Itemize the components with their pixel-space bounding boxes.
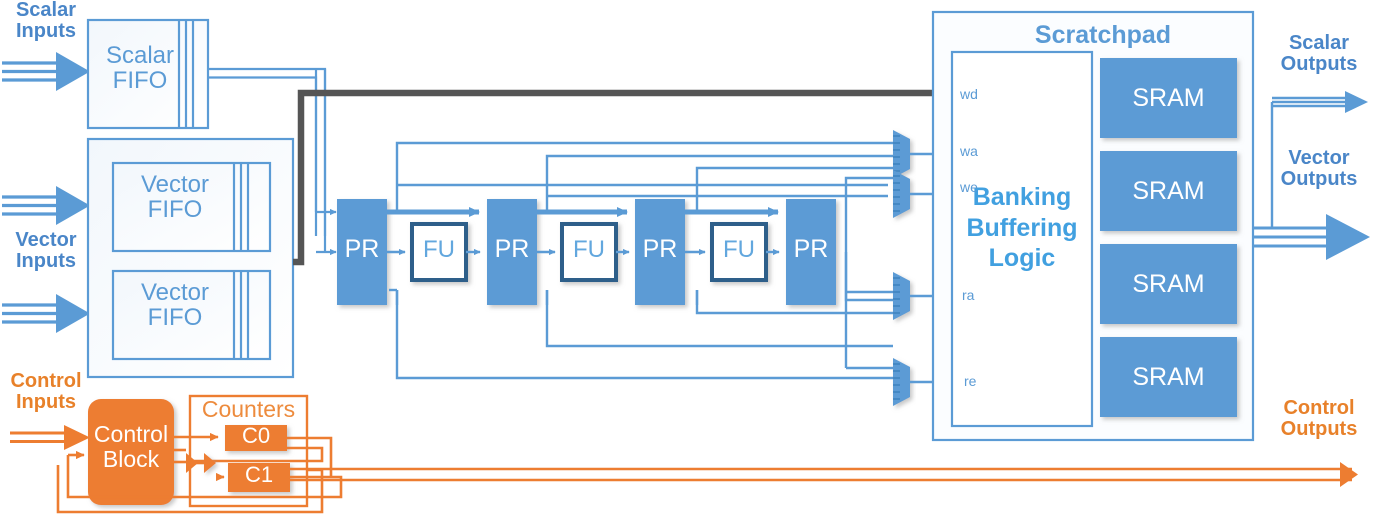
control-block-label: Control Block [93,421,169,473]
sram-label-2: SRAM [1132,270,1205,298]
banking-buffering-logic-label: Banking Buffering Logic [966,183,1078,272]
port-re-label: re [964,373,977,389]
port-we-label: we [960,179,978,195]
vector-input-bus-arrow-2 [2,294,90,333]
sram-label-1: SRAM [1132,177,1205,205]
sram-label-0: SRAM [1132,84,1205,112]
vector-output-arrow [1253,214,1370,260]
diagram-vector-layer [2,10,1370,514]
pr-label-0: PR [344,235,380,263]
scratchpad-title: Scratchpad [1034,21,1172,49]
scalar-input-bus-arrow [2,52,90,91]
port-wd-label: wd [960,86,978,102]
control-input-bus-arrow [10,425,90,450]
vector-input-bus-arrow-1 [2,186,90,225]
pr-label-2: PR [642,235,678,263]
control-inputs-label: Control Inputs [10,370,82,413]
counter-c1-label: C1 [244,462,274,487]
counters-title-label: Counters [201,396,296,422]
port-wa-label: wa [960,143,978,159]
control-output-arrow [1340,462,1358,487]
sram-label-3: SRAM [1132,363,1205,391]
port-ra-label: ra [962,287,975,303]
pr0-input-corner-wires [314,69,327,252]
scalar-fifo-label: Scalar FIFO [105,42,175,95]
scalar-inputs-label: Scalar Inputs [15,0,77,42]
vector-fifo-label-1: Vector FIFO [140,171,210,224]
block-diagram-canvas: Scalar Inputs Vector Inputs Control Inpu… [0,0,1376,526]
fu-label-0: FU [423,236,455,263]
pr-label-1: PR [494,235,530,263]
vector-outputs-label: Vector Outputs [1280,147,1358,190]
counter-c0-label: C0 [241,423,271,448]
fu-label-2: FU [723,236,755,263]
control-outputs-label: Control Outputs [1280,397,1358,440]
pr-label-3: PR [793,235,829,263]
vector-fifo-label-2: Vector FIFO [140,279,210,332]
fu-label-1: FU [573,236,605,263]
vector-inputs-label: Vector Inputs [15,229,77,272]
scalar-outputs-label: Scalar Outputs [1280,32,1358,75]
